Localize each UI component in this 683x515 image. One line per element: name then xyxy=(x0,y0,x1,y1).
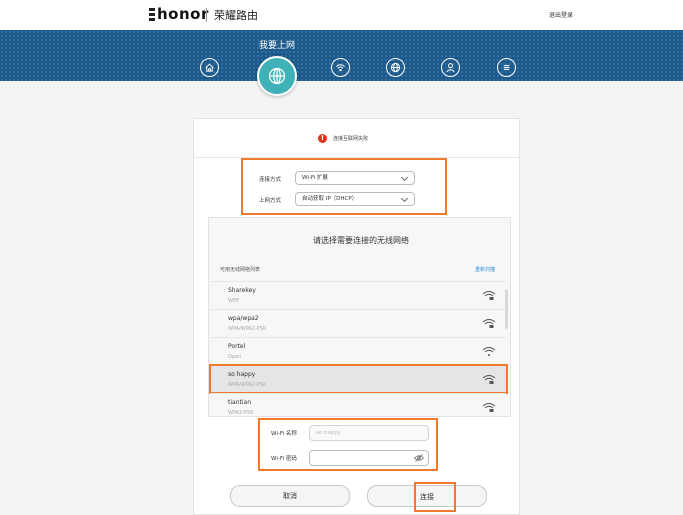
home-icon[interactable] xyxy=(200,58,219,77)
wifi-locked-icon xyxy=(482,403,496,412)
connection-mode-select[interactable]: Wi-Fi 扩展 xyxy=(295,171,415,185)
wifi-list-item[interactable]: wpa/wpa2 WPA/WPA2-PSK xyxy=(210,309,506,337)
wifi-list-item[interactable]: Sharekey WEP xyxy=(210,281,506,309)
status-text: 连接互联网失败 xyxy=(333,136,369,142)
wifi-name-value: so happy xyxy=(316,430,342,436)
wifi-icon[interactable] xyxy=(331,58,350,77)
wifi-list-scrollbar[interactable] xyxy=(505,289,508,329)
mode-highlight xyxy=(241,158,447,215)
wifi-panel-heading: 请选择需要连接的无线网络 xyxy=(313,236,409,245)
brand-logo: honor xyxy=(157,5,209,23)
wifi-security: Open xyxy=(228,354,242,360)
wifi-password-field[interactable] xyxy=(309,450,429,466)
rescan-button[interactable]: 重新扫描 xyxy=(475,266,495,273)
wifi-list-item[interactable]: Portel Open xyxy=(210,337,506,365)
wifi-security: WPA/WPA2-PSK xyxy=(228,326,267,332)
wifi-ssid: tiantian xyxy=(228,399,251,406)
honor-mark-icon xyxy=(149,8,155,21)
wifi-locked-icon xyxy=(482,291,496,300)
eye-off-icon[interactable] xyxy=(414,454,424,462)
wifi-list-item[interactable]: tiantian WPA2-PSK xyxy=(210,393,506,417)
wifi-list-header: 可用无线网络列表 xyxy=(220,267,261,273)
wifi-security: WPA2-PSK xyxy=(228,410,254,416)
nav-title: 我要上网 xyxy=(259,41,296,51)
brand-divider xyxy=(206,8,207,22)
connect-button-label: 连接 xyxy=(420,493,434,501)
error-icon: ! xyxy=(318,134,327,143)
selected-network-highlight xyxy=(209,364,508,394)
connection-mode-value: Wi-Fi 扩展 xyxy=(302,175,328,181)
internet-mode-select[interactable]: 自动获取 IP（DHCP） xyxy=(295,192,415,206)
wifi-locked-icon xyxy=(482,319,496,328)
top-bar: honor 荣耀路由 退出登录 xyxy=(0,0,683,30)
user-icon[interactable] xyxy=(441,58,460,77)
connection-mode-label: 连接方式 xyxy=(259,177,282,183)
wifi-name-label: Wi-Fi 名称 xyxy=(271,431,297,437)
wifi-open-icon xyxy=(482,347,496,356)
globe-icon[interactable] xyxy=(257,56,297,96)
internet-mode-label: 上网方式 xyxy=(259,198,282,204)
chevron-down-icon xyxy=(400,194,409,203)
menu-icon[interactable] xyxy=(497,58,516,77)
internet-mode-value: 自动获取 IP（DHCP） xyxy=(302,196,358,202)
wifi-ssid: wpa/wpa2 xyxy=(228,315,259,322)
product-name: 荣耀路由 xyxy=(214,9,258,22)
connection-status: ! 连接互联网失败 xyxy=(318,134,368,143)
wifi-security: WEP xyxy=(228,298,240,304)
wifi-ssid: Sharekey xyxy=(228,287,256,294)
logout-link[interactable]: 退出登录 xyxy=(549,10,573,19)
wifi-ssid: Portel xyxy=(228,343,246,350)
wifi-password-label: Wi-Fi 密码 xyxy=(271,456,297,462)
wifi-name-field[interactable]: so happy xyxy=(309,425,429,441)
network-icon[interactable] xyxy=(386,58,405,77)
chevron-down-icon xyxy=(400,173,409,182)
cancel-button[interactable]: 取消 xyxy=(230,485,350,507)
